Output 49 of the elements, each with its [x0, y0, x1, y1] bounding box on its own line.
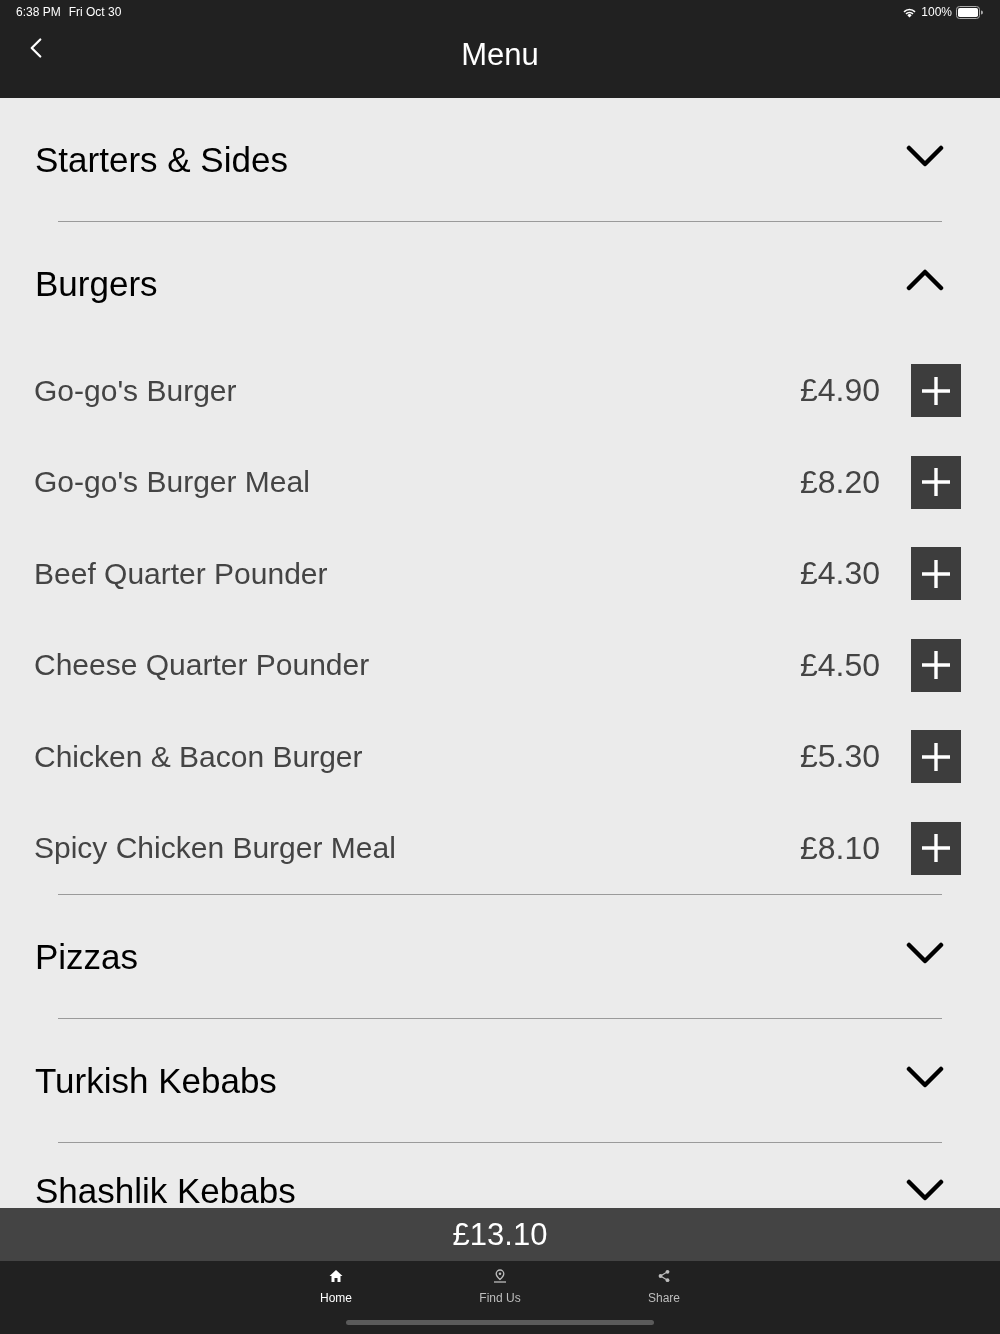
plus-icon [921, 558, 951, 589]
category-header[interactable]: Starters & Sides [0, 98, 1000, 221]
menu-item-name: Beef Quarter Pounder [34, 556, 329, 591]
category-title: Turkish Kebabs [35, 1063, 277, 1098]
category-header[interactable]: Burgers [0, 222, 1000, 345]
add-button[interactable] [911, 638, 961, 692]
add-button[interactable] [911, 730, 961, 784]
menu-item-name: Spicy Chicken Burger Meal [34, 831, 397, 866]
plus-icon [921, 833, 951, 864]
plus-icon [921, 650, 951, 681]
add-button[interactable] [911, 455, 961, 509]
category-title: Burgers [35, 266, 158, 301]
category-header[interactable]: Pizzas [0, 895, 1000, 1018]
add-button[interactable] [911, 821, 961, 875]
tab-item[interactable]: Find Us [418, 1261, 582, 1311]
page-title: Menu [461, 36, 539, 73]
status-time: 6:38 PM [16, 5, 61, 19]
location-pin-icon [493, 1269, 507, 1283]
menu-item-price: £4.90 [799, 372, 880, 410]
tab-item[interactable]: Home [254, 1261, 418, 1311]
back-chevron-icon [30, 37, 42, 59]
menu-item-name: Go-go's Burger [34, 373, 238, 408]
menu-item-name: Cheese Quarter Pounder [34, 648, 371, 683]
battery-percentage: 100% [921, 5, 952, 19]
menu-item-price: £8.10 [799, 829, 880, 867]
basket-total-bar[interactable]: £13.10 [0, 1208, 1000, 1261]
category-title: Pizzas [35, 939, 139, 974]
menu-item-price: £4.30 [799, 555, 880, 593]
menu-item-name: Chicken & Bacon Burger [34, 739, 364, 774]
home-icon [329, 1269, 343, 1283]
plus-icon [921, 375, 951, 406]
share-icon [657, 1269, 671, 1283]
status-date: Fri Oct 30 [68, 5, 122, 19]
basket-total: £13.10 [452, 1216, 548, 1253]
menu-item-price: £5.30 [799, 738, 880, 776]
plus-icon [921, 467, 951, 498]
battery-icon [956, 5, 983, 19]
menu-item-price: £4.50 [799, 646, 880, 684]
wifi-icon [902, 6, 918, 18]
category-title: Starters & Sides [35, 142, 288, 177]
tab-item[interactable]: Share [582, 1261, 746, 1311]
add-button[interactable] [911, 364, 961, 418]
menu-item-price: £8.20 [799, 463, 880, 501]
category-header[interactable]: Shashlik Kebabs [0, 1143, 1000, 1208]
menu-item-name: Go-go's Burger Meal [34, 465, 311, 500]
category-header[interactable]: Turkish Kebabs [0, 1019, 1000, 1142]
add-button[interactable] [911, 547, 961, 601]
category-title: Shashlik Kebabs [35, 1173, 296, 1208]
plus-icon [921, 741, 951, 772]
